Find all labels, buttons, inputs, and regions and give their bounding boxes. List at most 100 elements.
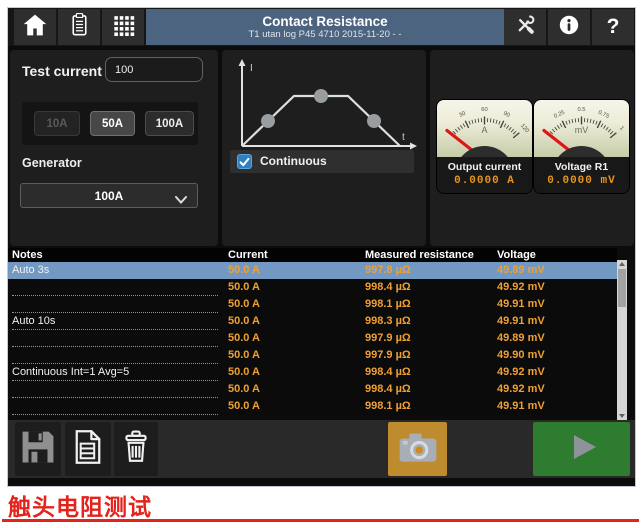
voltage-r1-gauge: 0.250.50.751mV Voltage R1 0.0000 mV (534, 100, 629, 193)
notes-button[interactable] (58, 9, 100, 45)
cell-voltage: 49.92 mV (497, 279, 617, 296)
scroll-down-icon[interactable] (617, 412, 627, 420)
table-row[interactable]: Auto 10s 50.0 A 998.3 µΩ 49.91 mV (8, 313, 617, 330)
home-icon (22, 12, 48, 43)
app-screenshot: Contact Resistance T1 utan log P45 4710 … (8, 8, 635, 486)
table-row[interactable]: 50.0 A 998.1 µΩ 49.91 mV (8, 398, 617, 415)
x-axis-label: t (402, 132, 405, 143)
page-title: Contact Resistance (262, 14, 387, 29)
cell-notes: Auto 3s (12, 262, 218, 279)
table-row[interactable]: 50.0 A 998.1 µΩ 49.91 mV (8, 296, 617, 313)
cell-notes (12, 279, 218, 296)
cell-notes: Continuous Int=1 Avg=5 (12, 364, 218, 381)
cell-voltage: 49.89 mV (497, 262, 617, 279)
cell-current: 50.0 A (228, 313, 365, 330)
delete-button[interactable] (114, 422, 158, 476)
cell-resistance: 998.4 µΩ (365, 364, 497, 381)
profile-point (367, 114, 381, 128)
scrollbar-thumb[interactable] (618, 269, 626, 307)
column-header-notes: Notes (12, 248, 228, 262)
document-icon (70, 426, 106, 473)
cell-voltage: 49.91 mV (497, 296, 617, 313)
cell-current: 50.0 A (228, 381, 365, 398)
axis-arrow-up (239, 59, 246, 66)
results-table-header: Notes Current Measured resistance Voltag… (8, 248, 617, 262)
help-button[interactable]: ? (592, 9, 634, 45)
current-profile-graph: I t (230, 56, 422, 154)
test-current-panel: Test current 10A 50A 100A Generator 100A (10, 50, 218, 246)
info-icon (557, 13, 581, 42)
cell-resistance: 997.9 µΩ (365, 330, 497, 347)
start-button[interactable] (533, 422, 630, 476)
cell-voltage: 49.92 mV (497, 381, 617, 398)
menu-button[interactable] (102, 9, 144, 45)
screenshot-button[interactable] (388, 422, 447, 476)
cell-current: 50.0 A (228, 364, 365, 381)
cell-resistance: 998.4 µΩ (365, 381, 497, 398)
table-row[interactable]: Continuous Int=1 Avg=5 50.0 A 998.4 µΩ 4… (8, 364, 617, 381)
column-header-current: Current (228, 248, 365, 262)
svg-text:60: 60 (481, 107, 487, 113)
output-current-gauge: 306090120A Output current 0.0000 A (437, 100, 532, 193)
generator-dropdown[interactable]: 100A (20, 183, 198, 208)
gauge-name: Output current (437, 161, 532, 174)
save-button[interactable] (15, 422, 61, 476)
table-scrollbar[interactable] (617, 260, 627, 420)
svg-text:A: A (481, 125, 487, 135)
continuous-checkbox[interactable] (237, 154, 252, 169)
gauge-value: 0.0000 mV (534, 174, 629, 188)
report-button[interactable] (65, 422, 111, 476)
current-profile-panel: I t Continuous (222, 50, 426, 246)
test-current-label: Test current (22, 63, 102, 79)
caption-underline (2, 519, 639, 522)
svg-text:90: 90 (502, 111, 510, 119)
table-row[interactable]: Auto 3s 50.0 A 997.8 µΩ 49.89 mV (8, 262, 617, 279)
gauge-name: Voltage R1 (534, 161, 629, 174)
table-row[interactable]: 50.0 A 998.4 µΩ 49.92 mV (8, 279, 617, 296)
generator-selected-value: 100A (95, 189, 124, 203)
preset-button-50a[interactable]: 50A (90, 111, 135, 136)
manual-page: Contact Resistance T1 utan log P45 4710 … (0, 0, 642, 528)
clipboard-icon (67, 11, 92, 43)
gauge-dial: 0.250.50.751mV (534, 100, 629, 157)
test-current-input[interactable] (105, 57, 203, 82)
gauge-dial: 306090120A (437, 100, 532, 157)
cell-notes (12, 347, 218, 364)
svg-text:0.75: 0.75 (597, 110, 610, 120)
chevron-down-icon (175, 193, 187, 207)
settings-button[interactable] (504, 9, 546, 45)
svg-text:30: 30 (458, 111, 466, 119)
cell-resistance: 998.1 µΩ (365, 398, 497, 415)
generator-label: Generator (22, 156, 82, 170)
table-row[interactable]: 50.0 A 997.9 µΩ 49.89 mV (8, 330, 617, 347)
trash-icon (119, 426, 153, 473)
continuous-label: Continuous (260, 154, 327, 168)
column-header-voltage: Voltage (497, 248, 617, 262)
cell-resistance: 998.4 µΩ (365, 279, 497, 296)
table-row[interactable]: 50.0 A 997.9 µΩ 49.90 mV (8, 347, 617, 364)
cell-current: 50.0 A (228, 279, 365, 296)
svg-text:0.25: 0.25 (553, 110, 566, 120)
preset-button-10a[interactable]: 10A (34, 111, 80, 136)
scroll-up-icon[interactable] (617, 260, 627, 268)
cell-notes (12, 398, 218, 415)
gauges-panel: 306090120A Output current 0.0000 A 0.250… (430, 50, 634, 246)
preset-button-100a[interactable]: 100A (145, 111, 194, 136)
continuous-row: Continuous (230, 150, 414, 173)
svg-text:0.5: 0.5 (577, 107, 585, 113)
cell-current: 50.0 A (228, 398, 365, 415)
cell-current: 50.0 A (228, 347, 365, 364)
cell-voltage: 49.89 mV (497, 330, 617, 347)
cell-notes: Auto 10s (12, 313, 218, 330)
cell-notes (12, 296, 218, 313)
floppy-icon (19, 426, 57, 473)
camera-icon (396, 427, 440, 472)
table-row[interactable]: 50.0 A 998.4 µΩ 49.92 mV (8, 381, 617, 398)
home-button[interactable] (14, 9, 56, 45)
cell-current: 50.0 A (228, 330, 365, 347)
y-axis-label: I (250, 63, 253, 74)
cell-notes (12, 330, 218, 347)
caption-text: 触头电阻测试 (8, 488, 152, 522)
header-bar: Contact Resistance T1 utan log P45 4710 … (8, 8, 635, 46)
info-button[interactable] (548, 9, 590, 45)
